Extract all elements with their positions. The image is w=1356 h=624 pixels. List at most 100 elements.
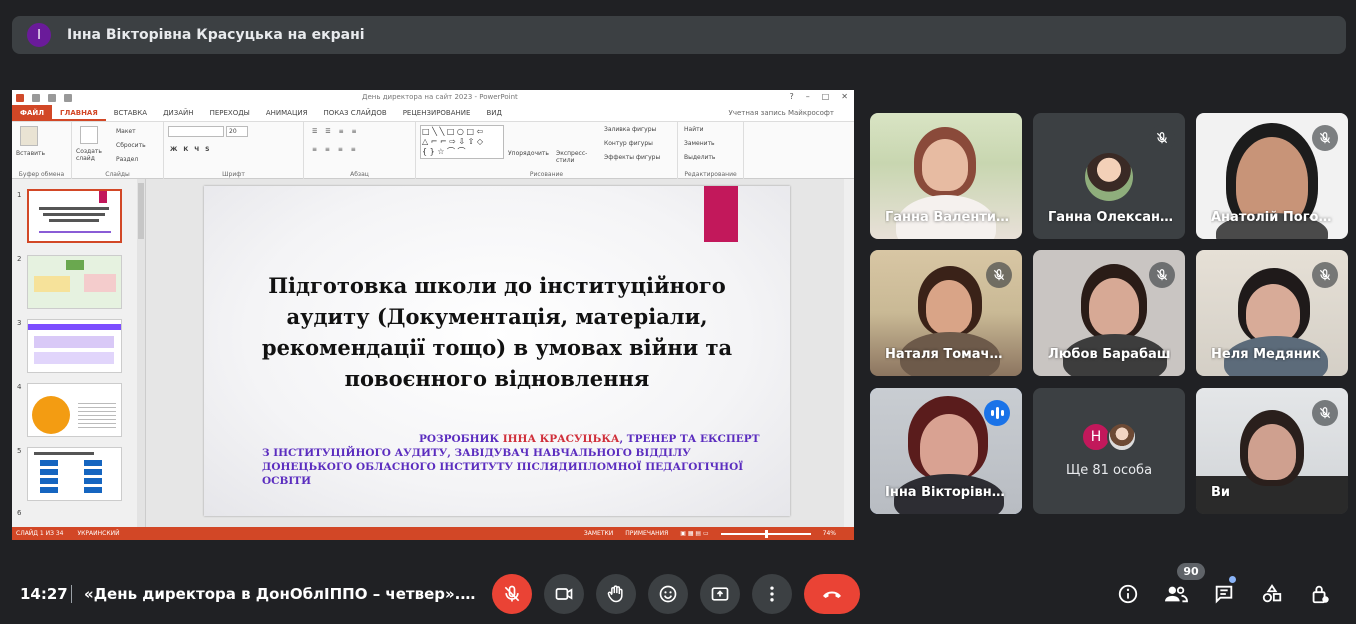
font-name-box: [168, 126, 224, 137]
drawing-label: Рисование: [529, 171, 564, 178]
participant-name: Наталя Томачинська: [885, 347, 1010, 362]
slide-thumbnail: [27, 383, 122, 437]
view-buttons: ▣ ▦ ▤ ▭: [680, 530, 709, 537]
participant-name: Неля Медяник: [1211, 347, 1321, 362]
end-call-button[interactable]: [804, 574, 860, 614]
self-tile[interactable]: Ви: [1196, 388, 1348, 514]
participant-tile[interactable]: Ганна Олександрівна: [1033, 113, 1185, 239]
align-icons: ≡ ≡ ≡ ≡: [312, 146, 359, 153]
chat-button[interactable]: [1210, 580, 1238, 608]
participant-tile[interactable]: Ганна Валентинівна: [870, 113, 1022, 239]
save-icon: [32, 93, 40, 102]
slide-editor: Підготовка школи до інституційного аудит…: [147, 179, 854, 527]
author-prefix: РОЗРОБНИК: [419, 433, 503, 445]
slide-counter: СЛАЙД 1 ИЗ 34: [16, 530, 64, 537]
slide-thumbnail: [27, 319, 122, 373]
participant-tile[interactable]: Анатолій Погорілий: [1196, 113, 1348, 239]
slides-label: Слайды: [105, 171, 130, 178]
slide-accent-block: [704, 186, 738, 242]
emoji-icon: [659, 585, 677, 603]
arrange-label: Упорядочить: [508, 150, 549, 157]
activities-button[interactable]: [1258, 580, 1286, 608]
group-drawing: □ ╲ ╲ □ ○ □ ⇦ △ ⌐ ⌐ ⇨ ⇩ ⇧ ◇{ } ☆ ⌒ ⌒ Упор…: [416, 122, 678, 180]
tab-animation: АНИМАЦИЯ: [265, 109, 308, 117]
zoom-slider: [720, 529, 811, 538]
redo-icon: [64, 93, 72, 102]
participant-name: Анатолій Погорілий: [1211, 210, 1336, 225]
tab-home: ГЛАВНАЯ: [52, 105, 106, 121]
more-participants-tile[interactable]: Н Ще 81 особа: [1033, 388, 1185, 514]
mic-off-icon: [1149, 125, 1175, 151]
participant-avatar: [1085, 153, 1133, 201]
account-label: Учетная запись Майкрософт: [728, 109, 834, 117]
lock-person-icon: [1312, 585, 1329, 604]
language-label: УКРАИНСКИЙ: [77, 530, 120, 537]
people-icon: [1165, 586, 1188, 603]
participant-name: Інна Вікторівна Красуцька: [885, 485, 1010, 500]
tab-file: ФАЙЛ: [12, 105, 53, 121]
participant-tile[interactable]: Любов Барабаш: [1033, 250, 1185, 376]
participants-button[interactable]: [1162, 580, 1190, 608]
thumb-number: 6: [17, 509, 22, 517]
thumbnails-scrollbar: [137, 179, 145, 527]
notes-label: ЗАМЕТКИ: [583, 530, 614, 537]
meeting-details-button[interactable]: [1114, 580, 1142, 608]
slide-thumbnail: [27, 189, 122, 243]
author-name: ІННА КРАСУЦЬКА: [502, 433, 620, 445]
font-label: Шрифт: [222, 171, 245, 178]
paste-label: Вставить: [16, 150, 46, 157]
participant-tile[interactable]: Неля Медяник: [1196, 250, 1348, 376]
participant-tile-speaking[interactable]: Інна Вікторівна Красуцька: [870, 388, 1022, 514]
ppt-body: 1 2 3 4 5 6 Підготовка школи до інституц…: [12, 179, 854, 527]
more-avatars: Н: [1081, 422, 1137, 452]
create-slide-label: Создать слайд: [76, 148, 102, 162]
powerpoint-icon: [16, 93, 24, 102]
shape-outline-label: Контур фигуры: [604, 140, 653, 147]
speaking-indicator-icon: [984, 400, 1010, 426]
mic-off-icon: [1312, 262, 1338, 288]
more-options-button[interactable]: [752, 574, 792, 614]
participant-tile[interactable]: Наталя Томачинська: [870, 250, 1022, 376]
info-icon: [1118, 584, 1138, 604]
clock: 14:27: [20, 585, 68, 603]
list-icons: ☰ ☰ ≡ ≡: [312, 128, 360, 135]
font-style-buttons: ЖКЧS: [170, 146, 216, 153]
thumb-number: 3: [17, 319, 22, 327]
participant-name: Любов Барабаш: [1048, 347, 1171, 362]
reset-label: Сбросить: [116, 142, 146, 149]
current-slide: Підготовка школи до інституційного аудит…: [204, 186, 790, 516]
ppt-ribbon: Вставить Буфер обмена Создать слайд Маке…: [12, 121, 854, 180]
reactions-button[interactable]: [648, 574, 688, 614]
close-icon: ✕: [841, 92, 848, 101]
find-label: Найти: [684, 126, 704, 133]
group-clipboard: Вставить Буфер обмена: [12, 122, 72, 180]
group-paragraph: ☰ ☰ ≡ ≡ ≡ ≡ ≡ ≡ Абзац: [304, 122, 416, 180]
slide-scrollbar: [844, 179, 854, 527]
host-controls-button[interactable]: [1306, 580, 1334, 608]
participant-avatar: [1107, 422, 1137, 452]
tab-slideshow: ПОКАЗ СЛАЙДОВ: [323, 109, 387, 117]
present-screen-button[interactable]: [700, 574, 740, 614]
mic-off-icon: [1149, 262, 1175, 288]
undo-icon: [48, 93, 56, 102]
shape-fill-label: Заливка фигуры: [604, 126, 657, 133]
thumb-number: 1: [17, 191, 22, 199]
section-label: Раздел: [116, 156, 139, 163]
thumb-number: 5: [17, 447, 22, 455]
divider: [71, 585, 72, 603]
mic-toggle-button[interactable]: [492, 574, 532, 614]
slide-thumbnail: [27, 447, 122, 501]
camera-toggle-button[interactable]: [544, 574, 584, 614]
participants-count-badge: 90: [1177, 563, 1205, 580]
ppt-window-title: День директора на сайт 2023 - PowerPoint: [362, 93, 518, 101]
slide-author: РОЗРОБНИК ІННА КРАСУЦЬКА, ТРЕНЕР ТА ЕКСП…: [262, 432, 762, 488]
tab-view: ВИД: [486, 109, 502, 117]
tab-transitions: ПЕРЕХОДЫ: [209, 109, 250, 117]
hang-up-icon: [823, 591, 841, 598]
shared-screen[interactable]: День директора на сайт 2023 - PowerPoint…: [12, 90, 854, 540]
group-slides: Создать слайд Макет Сбросить Раздел Слай…: [72, 122, 164, 180]
raise-hand-button[interactable]: [596, 574, 636, 614]
mic-off-icon: [1312, 400, 1338, 426]
present-icon: [711, 587, 729, 601]
shapes-icon: [1262, 584, 1282, 603]
